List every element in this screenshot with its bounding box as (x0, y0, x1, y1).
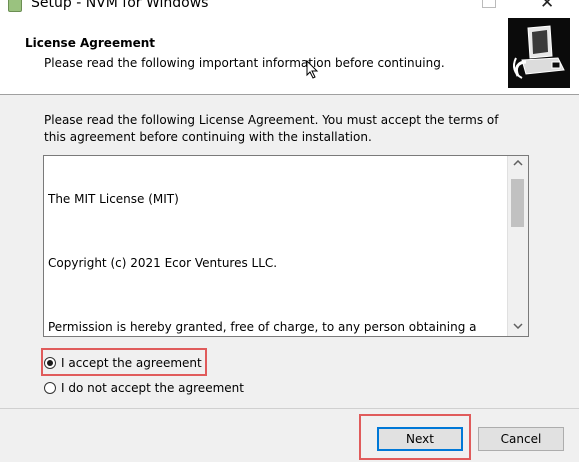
license-heading: The MIT License (MIT) (48, 192, 179, 206)
page-title: License Agreement (25, 36, 156, 50)
mouse-cursor-icon (306, 60, 319, 79)
installer-computer-icon (508, 18, 570, 88)
accept-label: I accept the agreement (61, 356, 202, 370)
license-scrollbar[interactable] (507, 156, 528, 336)
close-button[interactable]: ✕ (540, 0, 554, 13)
footer-divider (0, 408, 579, 409)
maximize-button[interactable] (482, 0, 496, 8)
accept-option[interactable]: I accept the agreement (44, 356, 202, 370)
title-bar: Setup - NVM for Windows ✕ (0, 0, 579, 14)
cancel-button[interactable]: Cancel (478, 427, 564, 451)
license-permission: Permission is hereby granted, free of ch… (48, 320, 477, 334)
decline-option[interactable]: I do not accept the agreement (44, 381, 244, 395)
page-subtitle: Please read the following important info… (44, 56, 445, 70)
scroll-thumb[interactable] (511, 179, 524, 227)
wizard-header: License Agreement Please read the follow… (0, 14, 579, 95)
app-icon (8, 0, 22, 12)
next-button[interactable]: Next (377, 427, 463, 451)
accept-radio[interactable] (44, 357, 56, 369)
license-text: The MIT License (MIT) Copyright (c) 2021… (48, 159, 508, 335)
scroll-down-icon[interactable] (508, 319, 528, 336)
window-title: Setup - NVM for Windows (31, 0, 209, 11)
scroll-up-icon[interactable] (508, 156, 528, 173)
decline-label: I do not accept the agreement (61, 381, 244, 395)
decline-radio[interactable] (44, 382, 56, 394)
license-copyright: Copyright (c) 2021 Ecor Ventures LLC. (48, 256, 278, 270)
license-textbox[interactable]: The MIT License (MIT) Copyright (c) 2021… (43, 155, 529, 337)
instructions-text: Please read the following License Agreem… (44, 113, 499, 144)
